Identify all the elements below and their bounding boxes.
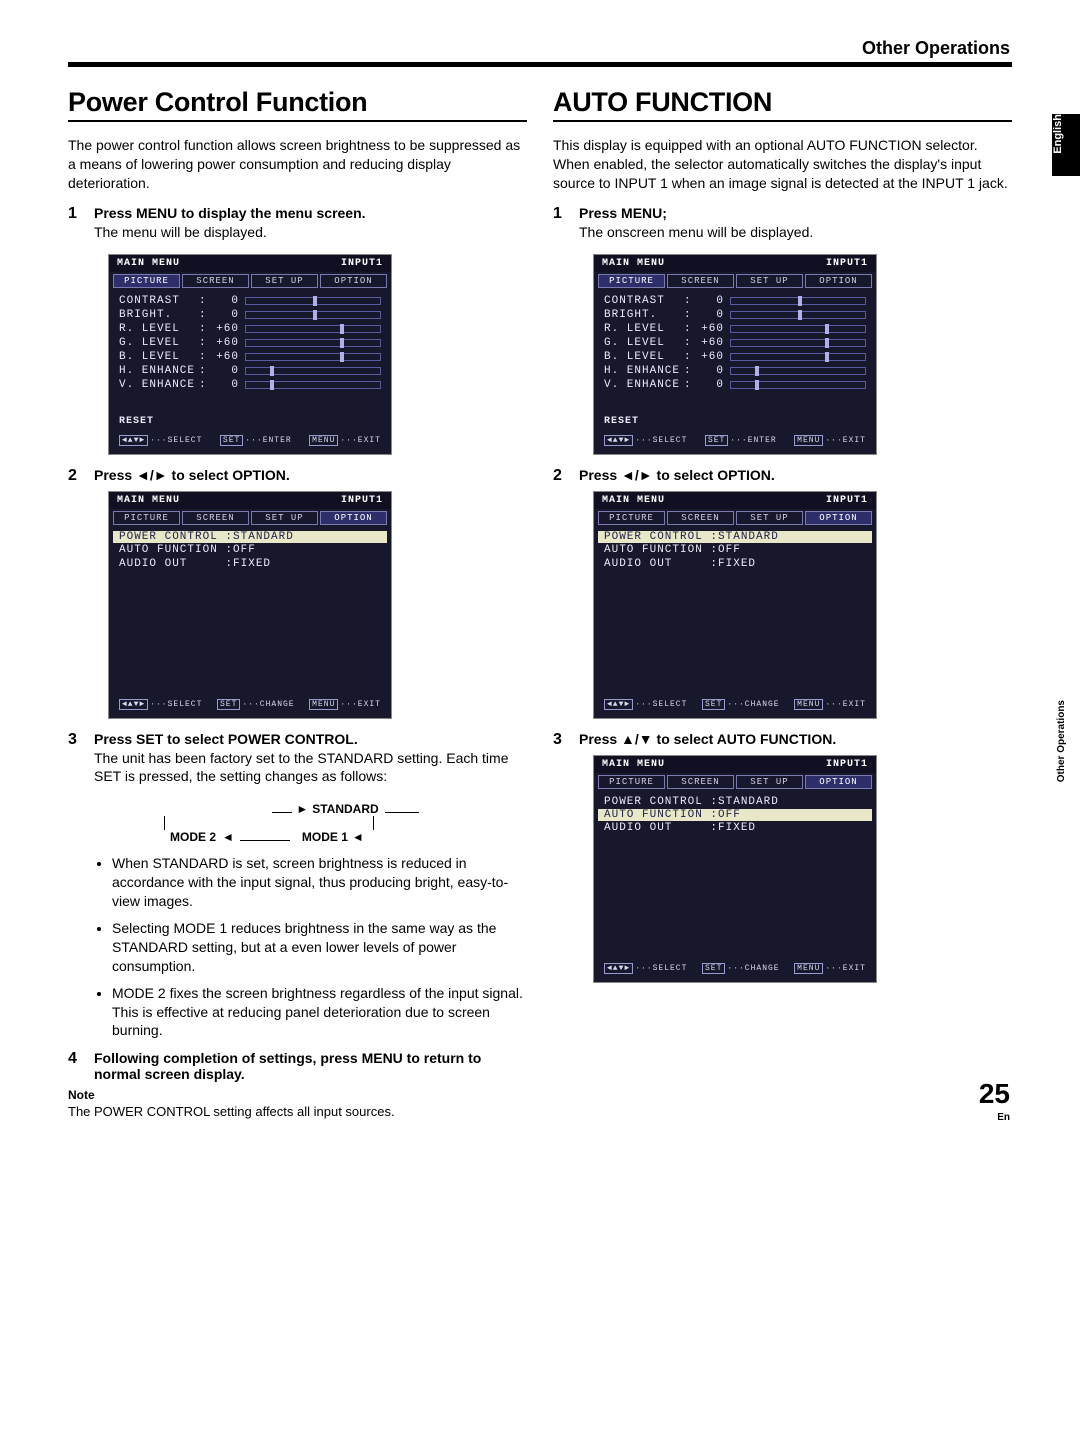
bullet-mode1: Selecting MODE 1 reduces brightness in t… — [112, 919, 527, 976]
section-header: Other Operations — [68, 38, 1012, 59]
power-control-lead: The power control function allows screen… — [68, 136, 527, 193]
step-number: 1 — [68, 205, 94, 223]
note-label: Note — [68, 1088, 527, 1102]
step2-head: Press ◄/► to select OPTION. — [94, 467, 290, 483]
step3-desc: The unit has been factory set to the STA… — [94, 749, 527, 787]
step-number: 3 — [68, 731, 94, 749]
step1-desc: The menu will be displayed. — [94, 223, 527, 242]
mode-cycle-diagram: ► STANDARD MODE 2 ◄ MODE 1 ◄ — [164, 802, 527, 844]
bullet-standard: When STANDARD is set, screen brightness … — [112, 854, 527, 911]
step-number: 2 — [68, 467, 94, 485]
step-number: 2 — [553, 467, 579, 485]
osd-picture-menu: MAIN MENUINPUT1PICTURESCREENSET UPOPTION… — [108, 254, 392, 455]
note-text: The POWER CONTROL setting affects all in… — [68, 1104, 527, 1119]
osd-option-auto-menu: MAIN MENUINPUT1PICTURESCREENSET UPOPTION… — [593, 755, 877, 983]
r-step1-head: Press MENU; — [579, 205, 667, 221]
step1-head: Press MENU to display the menu screen. — [94, 205, 366, 221]
osd-picture-menu-2: MAIN MENUINPUT1PICTURESCREENSET UPOPTION… — [593, 254, 877, 455]
step3-head: Press SET to select POWER CONTROL. — [94, 731, 358, 747]
left-column: Power Control Function The power control… — [68, 87, 527, 1119]
r-step1-desc: The onscreen menu will be displayed. — [579, 223, 1012, 242]
step-number: 3 — [553, 731, 579, 749]
step4-head: Following completion of settings, press … — [94, 1050, 481, 1082]
auto-function-lead: This display is equipped with an optiona… — [553, 136, 1012, 193]
bullet-mode2: MODE 2 fixes the screen brightness regar… — [112, 984, 527, 1041]
page-number: 25 En — [979, 1078, 1010, 1123]
step-number: 1 — [553, 205, 579, 223]
power-control-title: Power Control Function — [68, 87, 527, 118]
r-step2-head: Press ◄/► to select OPTION. — [579, 467, 775, 483]
auto-function-title: AUTO FUNCTION — [553, 87, 1012, 118]
step-number: 4 — [68, 1050, 94, 1068]
section-side-tab: Other Operations — [1056, 700, 1076, 785]
right-column: AUTO FUNCTION This display is equipped w… — [553, 87, 1012, 1119]
language-tab: English — [1052, 114, 1080, 176]
osd-option-menu: MAIN MENUINPUT1PICTURESCREENSET UPOPTION… — [108, 491, 392, 719]
r-step3-head: Press ▲/▼ to select AUTO FUNCTION. — [579, 731, 836, 747]
osd-option-menu-2: MAIN MENUINPUT1PICTURESCREENSET UPOPTION… — [593, 491, 877, 719]
